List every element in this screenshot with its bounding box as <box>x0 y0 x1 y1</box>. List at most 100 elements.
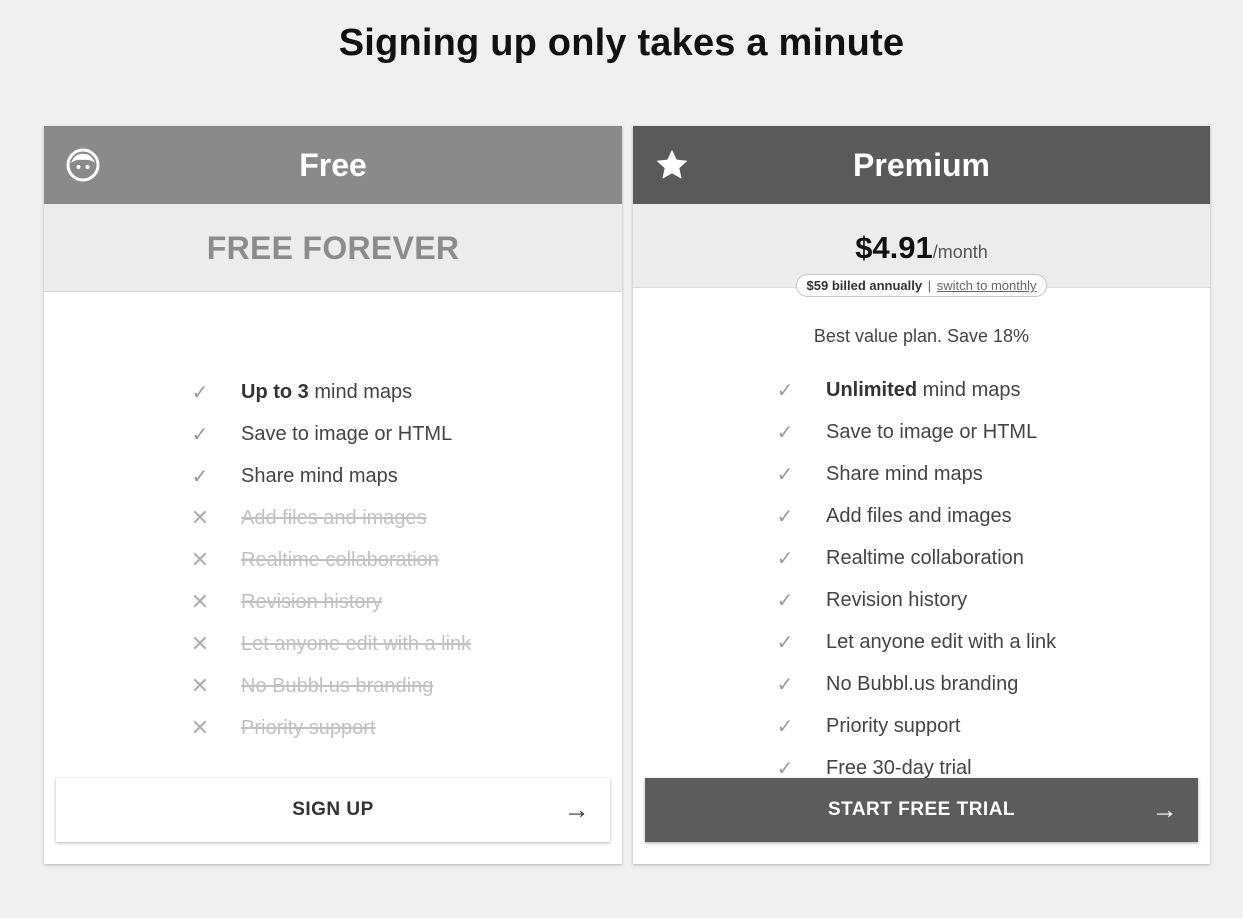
feature-label: Save to image or HTML <box>241 422 453 445</box>
feature-label: Share mind maps <box>241 464 398 487</box>
feature-label: No Bubbl.us branding <box>826 672 1019 695</box>
feature-text: Add files and images <box>241 507 427 530</box>
free-plan-name: Free <box>299 146 367 183</box>
feature-item: ✓ Save to image or HTML <box>774 411 1056 453</box>
value-note: Best value plan. Save 18% <box>813 326 1030 346</box>
check-icon: ✓ <box>776 715 794 738</box>
free-plan-header: Free <box>44 126 622 204</box>
premium-price: $4.91/month <box>633 204 1210 266</box>
feature-item: ✓ Share mind maps <box>774 453 1056 495</box>
cross-icon: ✕ <box>190 589 210 614</box>
feature-label: Revision history <box>241 590 383 613</box>
feature-label: Priority support <box>826 714 961 737</box>
feature-item: ✕ Revision history <box>189 581 471 623</box>
feature-item: ✕ No Bubbl.us branding <box>189 665 471 707</box>
feature-item: ✓ Realtime collaboration <box>774 537 1056 579</box>
price-period: /month <box>932 242 988 262</box>
feature-text: Realtime collaboration <box>241 549 439 572</box>
feature-text: Free 30-day trial <box>826 757 972 780</box>
feature-highlight: Up to 3 <box>241 380 309 403</box>
feature-text: Add files and images <box>826 505 1012 528</box>
premium-plan-header: Premium <box>633 126 1210 204</box>
check-icon: ✓ <box>776 757 794 780</box>
feature-item: ✓ Up to 3 mind maps <box>189 371 471 413</box>
check-icon: ✓ <box>776 547 794 570</box>
feature-text: Revision history <box>241 591 382 614</box>
premium-price-band: $4.91/month $59 billed annually | switch… <box>633 204 1210 297</box>
feature-text: Up to 3 mind maps <box>241 381 412 404</box>
feature-item: ✕ Realtime collaboration <box>189 539 471 581</box>
feature-item: ✓ Share mind maps <box>189 455 471 497</box>
feature-text: Priority support <box>241 717 376 740</box>
feature-item: ✓ Save to image or HTML <box>189 413 471 455</box>
sign-up-label: SIGN UP <box>292 799 374 820</box>
start-free-trial-button[interactable]: START FREE TRIAL → <box>645 778 1198 842</box>
sign-up-button[interactable]: SIGN UP → <box>56 778 610 842</box>
feature-label: Let anyone edit with a link <box>826 630 1057 653</box>
billing-separator: | <box>927 278 932 293</box>
feature-label: Free 30-day trial <box>826 756 972 779</box>
check-icon: ✓ <box>776 463 794 486</box>
billing-pill: $59 billed annually | switch to monthly <box>795 274 1048 297</box>
feature-label: Priority support <box>241 716 376 739</box>
premium-feature-list: ✓ Unlimited mind maps ✓ Save to image or HT… <box>774 369 1057 789</box>
check-icon: ✓ <box>776 589 794 612</box>
feature-item: ✓ No Bubbl.us branding <box>774 663 1056 705</box>
feature-label: No Bubbl.us branding <box>241 674 434 697</box>
free-feature-list: ✓ Up to 3 mind maps ✓ Save to image or HTML… <box>189 371 471 749</box>
feature-item: ✓ Unlimited mind maps <box>774 369 1056 411</box>
cross-icon: ✕ <box>190 505 210 530</box>
pricing-page: Signing up only takes a minute Free FREE… <box>0 0 1243 918</box>
feature-label: Realtime collaboration <box>241 548 439 571</box>
feature-text: Priority support <box>826 715 961 738</box>
feature-text: Share mind maps <box>241 465 398 488</box>
feature-item: ✕ Priority support <box>189 707 471 749</box>
feature-text: Share mind maps <box>826 463 983 486</box>
check-icon: ✓ <box>191 381 209 404</box>
feature-item: ✕ Let anyone edit with a link <box>189 623 471 665</box>
cross-icon: ✕ <box>190 715 210 740</box>
free-plan-card: Free FREE FOREVER ✓ Up to 3 mind maps ✓ Sav… <box>44 126 622 864</box>
check-icon: ✓ <box>191 423 209 446</box>
premium-plan-card: Premium $4.91/month $59 billed annually … <box>633 126 1210 864</box>
arrow-right-icon: → <box>1151 794 1178 825</box>
feature-highlight: Unlimited <box>826 378 918 401</box>
premium-plan-name: Premium <box>853 146 990 183</box>
cross-icon: ✕ <box>190 673 210 698</box>
feature-text: Realtime collaboration <box>826 547 1024 570</box>
billing-text: $59 billed annually <box>806 278 923 293</box>
page-title: Signing up only takes a minute <box>338 22 905 64</box>
feature-item: ✓ Revision history <box>774 579 1056 621</box>
feature-text: Unlimited mind maps <box>826 379 1021 402</box>
feature-item: ✓ Let anyone edit with a link <box>774 621 1057 663</box>
switch-to-monthly-link[interactable]: switch to monthly <box>937 278 1037 293</box>
feature-item: ✓ Priority support <box>774 705 1056 747</box>
feature-text: No Bubbl.us branding <box>826 673 1018 696</box>
check-icon: ✓ <box>776 673 794 696</box>
feature-label: mind maps <box>308 380 413 403</box>
feature-text: No Bubbl.us branding <box>241 675 433 698</box>
feature-label: Revision history <box>826 588 968 611</box>
feature-label: Share mind maps <box>826 462 983 485</box>
free-price-band: FREE FOREVER <box>44 204 622 292</box>
face-icon <box>64 146 102 184</box>
check-icon: ✓ <box>776 631 794 654</box>
arrow-right-icon: → <box>563 794 590 825</box>
feature-item: ✓ Add files and images <box>774 495 1056 537</box>
feature-label: Add files and images <box>826 504 1012 527</box>
star-icon <box>653 146 691 184</box>
start-free-trial-label: START FREE TRIAL <box>827 799 1016 820</box>
feature-item: ✕ Add files and images <box>189 497 471 539</box>
cross-icon: ✕ <box>190 547 210 572</box>
check-icon: ✓ <box>776 379 794 402</box>
check-icon: ✓ <box>776 505 794 528</box>
feature-text: Save to image or HTML <box>241 423 452 446</box>
free-price-label: FREE FOREVER <box>206 230 460 266</box>
feature-label: Let anyone edit with a link <box>241 632 472 655</box>
check-icon: ✓ <box>776 421 794 444</box>
feature-label: mind maps <box>917 378 1021 401</box>
price-amount: $4.91 <box>855 230 933 265</box>
feature-text: Revision history <box>826 589 967 612</box>
feature-label: Add files and images <box>241 506 427 529</box>
feature-label: Realtime collaboration <box>826 546 1024 569</box>
